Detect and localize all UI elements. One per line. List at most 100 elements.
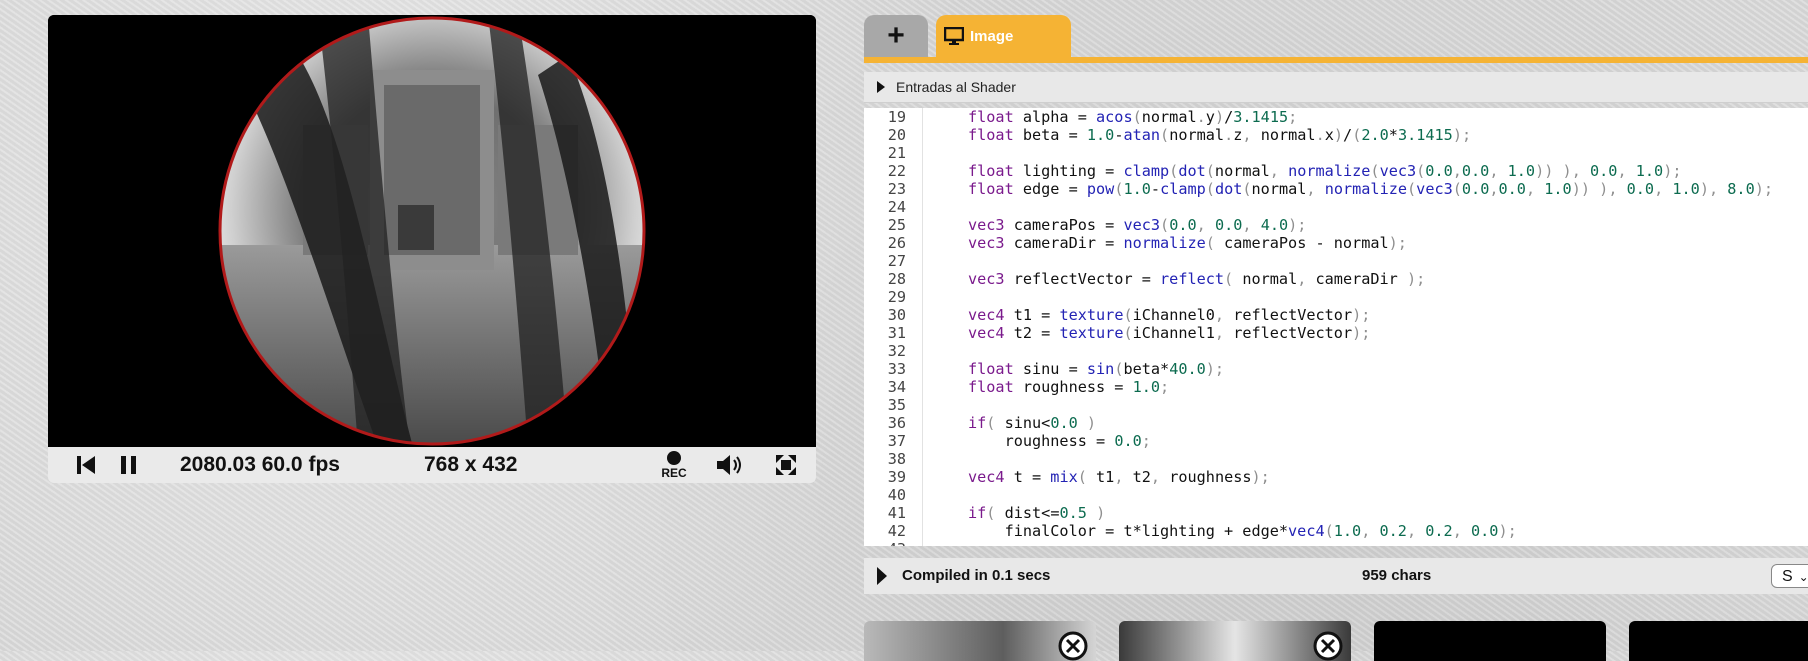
line-source: float edge = pow(1.0-clamp(dot(normal, n…	[968, 180, 1774, 198]
tab-image-label: Image	[970, 27, 1014, 45]
code-line: 22 float lighting = clamp(dot(normal, nor…	[864, 162, 1808, 180]
line-source: float alpha = acos(normal.y)/3.1415;	[968, 108, 1298, 126]
line-number: 28	[887, 270, 906, 288]
line-source: float lighting = clamp(dot(normal, norma…	[968, 162, 1682, 180]
code-line: 34 float roughness = 1.0;	[864, 378, 1808, 396]
line-number: 21	[887, 144, 906, 162]
code-lines: 19 float alpha = acos(normal.y)/3.1415; 20…	[864, 108, 1808, 546]
line-number: 26	[887, 234, 906, 252]
code-line: 30 vec4 t1 = texture(iChannel0, reflectVe…	[864, 306, 1808, 324]
code-line: 24	[864, 198, 1808, 216]
line-source: if( dist<=0.5 )	[968, 504, 1106, 522]
code-line: 19 float alpha = acos(normal.y)/3.1415;	[864, 108, 1808, 126]
line-number: 29	[887, 288, 906, 306]
line-source: vec4 t = mix( t1, t2, roughness);	[968, 468, 1270, 486]
tab-underline	[864, 57, 1808, 63]
line-number: 43	[864, 540, 906, 546]
play-compile-icon[interactable]	[876, 566, 888, 586]
code-line: 39 vec4 t = mix( t1, t2, roughness);	[864, 468, 1808, 486]
code-line: 35	[864, 396, 1808, 414]
font-size-select-value: S	[1782, 568, 1793, 585]
code-line: 38	[864, 450, 1808, 468]
line-number: 39	[887, 468, 906, 486]
code-line: 27	[864, 252, 1808, 270]
line-source: vec3 cameraPos = vec3(0.0, 0.0, 4.0);	[968, 216, 1307, 234]
shader-canvas[interactable]	[48, 15, 816, 447]
font-size-select[interactable]: S ⌄	[1771, 564, 1808, 588]
code-line: 28 vec3 reflectVector = reflect( normal, …	[864, 270, 1808, 288]
code-line: 36 if( sinu<0.0 )	[864, 414, 1808, 432]
code-line: 26 vec3 cameraDir = normalize( cameraPos …	[864, 234, 1808, 252]
shader-inputs-label: Entradas al Shader	[896, 79, 1016, 95]
channel0-thumb[interactable]	[864, 621, 1096, 661]
monitor-icon	[944, 27, 964, 45]
add-tab-button[interactable]: +	[864, 15, 928, 57]
time-fps-readout: 2080.03 60.0 fps	[180, 453, 340, 476]
line-number: 35	[887, 396, 906, 414]
line-source: float beta = 1.0-atan(normal.z, normal.x…	[968, 126, 1472, 144]
line-number: 33	[887, 360, 906, 378]
record-label: REC	[661, 466, 687, 480]
code-line: 37 roughness = 0.0;	[864, 432, 1808, 450]
line-number: 37	[887, 432, 906, 450]
tab-image[interactable]: Image	[936, 15, 1071, 57]
channel1-thumb[interactable]	[1119, 621, 1351, 661]
line-number: 40	[887, 486, 906, 504]
code-line: 20 float beta = 1.0-atan(normal.z, normal…	[864, 126, 1808, 144]
line-number: 34	[887, 378, 906, 396]
close-icon[interactable]	[1313, 631, 1343, 661]
line-source: roughness = 0.0;	[968, 432, 1151, 450]
fullscreen-icon[interactable]	[772, 447, 800, 483]
editor-tabs: + Image	[864, 15, 1808, 63]
line-number: 22	[887, 162, 906, 180]
code-line: 23 float edge = pow(1.0-clamp(dot(normal,…	[864, 180, 1808, 198]
code-line: 32	[864, 342, 1808, 360]
record-button[interactable]: REC	[658, 447, 690, 483]
code-line: 42 finalColor = t*lighting + edge*vec4(1…	[864, 522, 1808, 540]
code-line: 40	[864, 486, 1808, 504]
chevron-right-icon	[877, 81, 885, 93]
rendered-sphere	[48, 15, 816, 447]
line-number: 20	[887, 126, 906, 144]
code-editor[interactable]: 19 float alpha = acos(normal.y)/3.1415; 20…	[864, 108, 1808, 546]
channel3-thumb[interactable]	[1629, 621, 1808, 661]
line-source: finalColor = t*lighting + edge*vec4(1.0,…	[968, 522, 1517, 540]
line-number: 30	[887, 306, 906, 324]
volume-icon[interactable]	[714, 447, 746, 483]
channel2-thumb[interactable]	[1374, 621, 1606, 661]
line-source: if( sinu<0.0 )	[968, 414, 1097, 432]
char-count: 959 chars	[1362, 567, 1432, 584]
line-number: 24	[887, 198, 906, 216]
line-number: 19	[887, 108, 906, 126]
line-number: 36	[887, 414, 906, 432]
shader-player: 2080.03 60.0 fps 768 x 432 REC	[48, 15, 816, 483]
line-source: vec3 cameraDir = normalize( cameraPos - …	[968, 234, 1407, 252]
line-number: 25	[887, 216, 906, 234]
line-number: 38	[887, 450, 906, 468]
line-number: 27	[887, 252, 906, 270]
line-number: 32	[887, 342, 906, 360]
code-line: 21	[864, 144, 1808, 162]
shader-inputs-toggle[interactable]: Entradas al Shader	[864, 72, 1808, 103]
compile-time: Compiled in 0.1 secs	[902, 567, 1051, 584]
line-number: 23	[887, 180, 906, 198]
line-source: vec3 reflectVector = reflect( normal, ca…	[968, 270, 1426, 288]
player-controls: 2080.03 60.0 fps 768 x 432 REC	[48, 447, 816, 483]
code-line: 25 vec3 cameraPos = vec3(0.0, 0.0, 4.0);	[864, 216, 1808, 234]
line-number: 31	[887, 324, 906, 342]
line-source: vec4 t1 = texture(iChannel0, reflectVect…	[968, 306, 1371, 324]
code-line: 29	[864, 288, 1808, 306]
close-icon[interactable]	[1058, 631, 1088, 661]
line-number: 41	[887, 504, 906, 522]
line-number: 42	[887, 522, 906, 540]
code-line: 41 if( dist<=0.5 )	[864, 504, 1808, 522]
line-source: vec4 t2 = texture(iChannel1, reflectVect…	[968, 324, 1371, 342]
resolution-readout: 768 x 432	[424, 453, 518, 476]
code-line: 33 float sinu = sin(beta*40.0);	[864, 360, 1808, 378]
code-line: 31 vec4 t2 = texture(iChannel1, reflectVe…	[864, 324, 1808, 342]
compile-status-bar: Compiled in 0.1 secs 959 chars S ⌄	[864, 558, 1808, 594]
pause-icon[interactable]	[116, 447, 142, 483]
line-source: float roughness = 1.0;	[968, 378, 1170, 396]
rewind-icon[interactable]	[72, 447, 100, 483]
line-source: float sinu = sin(beta*40.0);	[968, 360, 1225, 378]
